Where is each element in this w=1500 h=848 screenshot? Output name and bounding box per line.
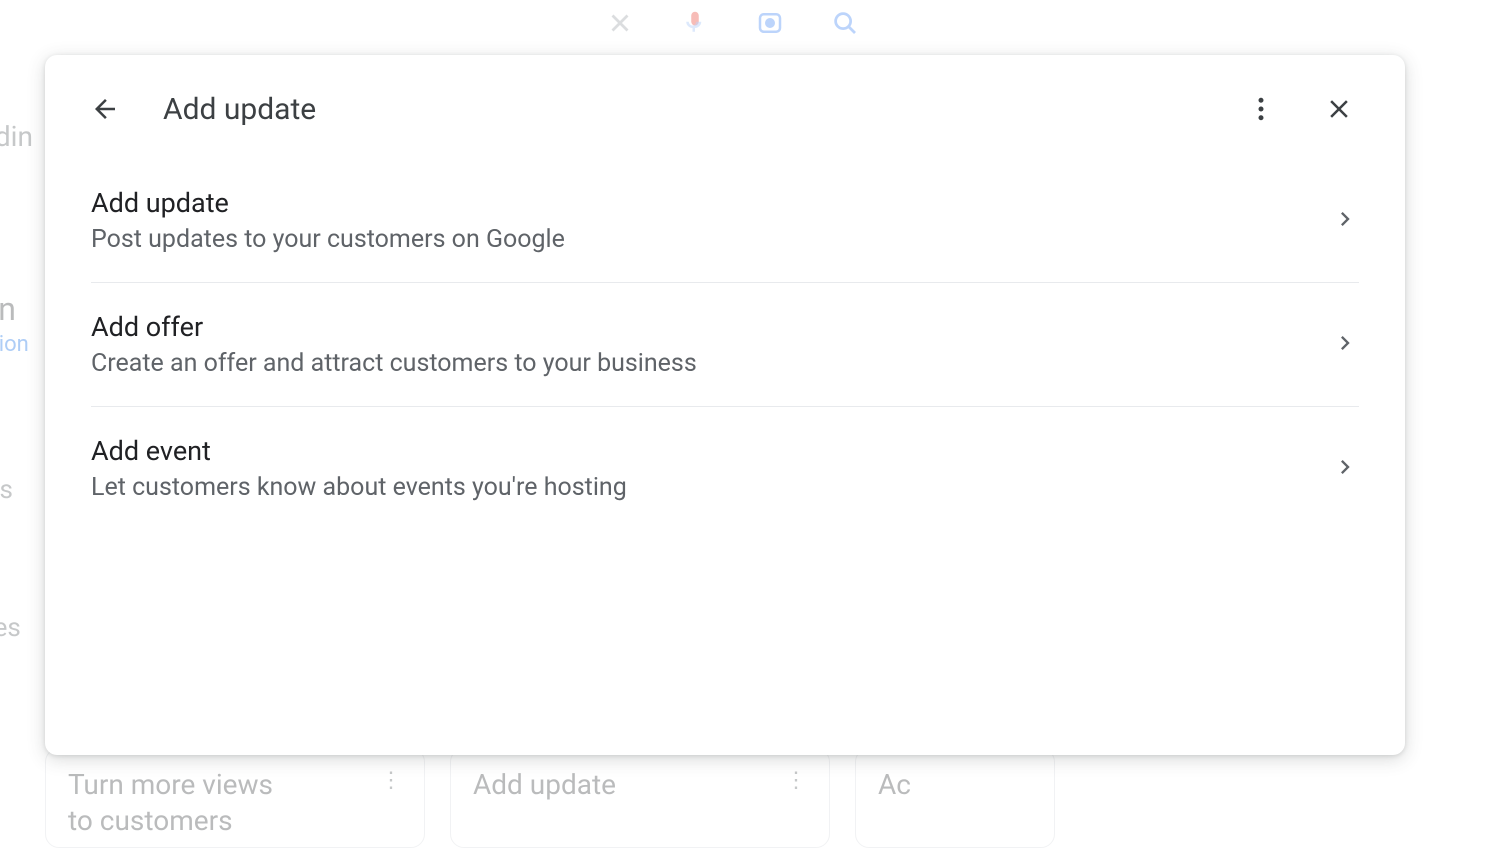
- modal-scrim: Add update Add update Post updates to yo…: [0, 0, 1500, 848]
- modal-header: Add update: [45, 59, 1405, 159]
- option-title: Add event: [91, 435, 1331, 467]
- close-icon: [1324, 94, 1354, 124]
- chevron-right-icon: [1331, 205, 1359, 237]
- chevron-right-icon: [1331, 329, 1359, 361]
- back-button[interactable]: [81, 85, 129, 133]
- chevron-right-icon: [1331, 453, 1359, 485]
- modal-title: Add update: [163, 92, 1237, 127]
- option-desc: Create an offer and attract customers to…: [91, 349, 1331, 378]
- option-text: Add event Let customers know about event…: [91, 435, 1331, 502]
- more-menu-button[interactable]: [1237, 85, 1285, 133]
- more-vert-icon: [1246, 94, 1276, 124]
- close-button[interactable]: [1315, 85, 1363, 133]
- option-title: Add update: [91, 187, 1331, 219]
- options-list: Add update Post updates to your customer…: [45, 159, 1405, 530]
- modal-header-actions: [1237, 85, 1363, 133]
- option-add-event[interactable]: Add event Let customers know about event…: [91, 407, 1359, 530]
- add-update-modal: Add update Add update Post updates to yo…: [45, 55, 1405, 755]
- option-desc: Let customers know about events you're h…: [91, 473, 1331, 502]
- option-add-update[interactable]: Add update Post updates to your customer…: [91, 159, 1359, 283]
- option-text: Add update Post updates to your customer…: [91, 187, 1331, 254]
- option-text: Add offer Create an offer and attract cu…: [91, 311, 1331, 378]
- option-add-offer[interactable]: Add offer Create an offer and attract cu…: [91, 283, 1359, 407]
- option-desc: Post updates to your customers on Google: [91, 225, 1331, 254]
- arrow-back-icon: [90, 94, 120, 124]
- option-title: Add offer: [91, 311, 1331, 343]
